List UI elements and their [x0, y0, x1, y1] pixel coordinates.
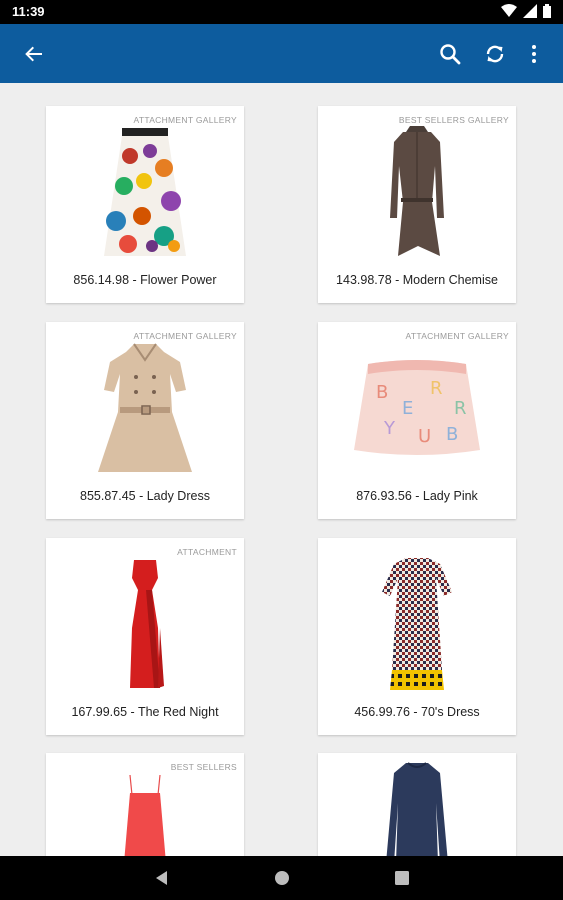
- product-tag: BEST SELLERS: [170, 762, 237, 772]
- patterned-dress-image: [382, 558, 452, 690]
- search-button[interactable]: [434, 38, 466, 70]
- clock: 11:39: [12, 4, 45, 19]
- more-vert-icon: [532, 45, 536, 63]
- product-label: 876.93.56 - Lady Pink: [356, 489, 478, 503]
- wifi-icon: [501, 4, 517, 17]
- product-card[interactable]: ATTACHMENT GALLERY 856.14.98 - Flower Po…: [46, 106, 244, 303]
- product-tag: ATTACHMENT GALLERY: [133, 331, 237, 341]
- back-triangle-icon[interactable]: [152, 868, 172, 888]
- product-label: 456.99.76 - 70's Dress: [354, 705, 480, 719]
- product-card[interactable]: [318, 753, 516, 863]
- refresh-button[interactable]: [479, 38, 511, 70]
- svg-text:R: R: [454, 398, 467, 419]
- svg-text:B: B: [446, 424, 458, 445]
- more-options-button[interactable]: [518, 38, 550, 70]
- search-icon: [440, 44, 461, 65]
- svg-text:Y: Y: [383, 418, 396, 439]
- product-tag: ATTACHMENT GALLERY: [133, 115, 237, 125]
- floral-skirt-image: [104, 128, 186, 256]
- back-button[interactable]: [18, 38, 50, 70]
- product-card[interactable]: BEST SELLERS GALLERY 143.98.78 - Modern …: [318, 106, 516, 303]
- product-tag: ATTACHMENT GALLERY: [405, 331, 509, 341]
- trench-dress-image: [98, 343, 192, 472]
- brown-shirt-dress-image: [390, 126, 444, 256]
- product-label: 143.98.78 - Modern Chemise: [336, 273, 498, 287]
- printed-skirt-image: B E R R Y U B: [354, 360, 480, 455]
- product-tag: BEST SELLERS GALLERY: [398, 115, 509, 125]
- product-card[interactable]: 456.99.76 - 70's Dress: [318, 538, 516, 735]
- status-bar: 11:39: [0, 0, 563, 24]
- product-label: 856.14.98 - Flower Power: [73, 273, 217, 287]
- product-label: 855.87.45 - Lady Dress: [80, 489, 210, 503]
- product-tag: ATTACHMENT: [177, 547, 237, 557]
- navy-dress-image: [386, 762, 448, 863]
- back-arrow-icon: [25, 46, 42, 62]
- signal-icon: [523, 4, 537, 18]
- app-bar: [0, 24, 563, 83]
- svg-text:R: R: [430, 378, 443, 399]
- svg-text:E: E: [402, 398, 413, 419]
- battery-icon: [543, 4, 551, 18]
- product-label: 167.99.65 - The Red Night: [71, 705, 219, 719]
- recents-square-icon[interactable]: [392, 868, 412, 888]
- home-circle-icon[interactable]: [272, 868, 292, 888]
- svg-text:B: B: [376, 382, 388, 403]
- product-card[interactable]: ATTACHMENT GALLERY 855.87.45 - Lady Dres…: [46, 322, 244, 519]
- system-nav-bar: [0, 856, 563, 900]
- svg-text:U: U: [418, 426, 431, 447]
- red-gown-image: [130, 560, 164, 688]
- refresh-icon: [486, 45, 504, 63]
- product-card[interactable]: BEST SELLERS: [46, 753, 244, 863]
- product-card[interactable]: B E R R Y U B ATTACHMENT GALLERY 876.93.…: [318, 322, 516, 519]
- product-card[interactable]: ATTACHMENT 167.99.65 - The Red Night: [46, 538, 244, 735]
